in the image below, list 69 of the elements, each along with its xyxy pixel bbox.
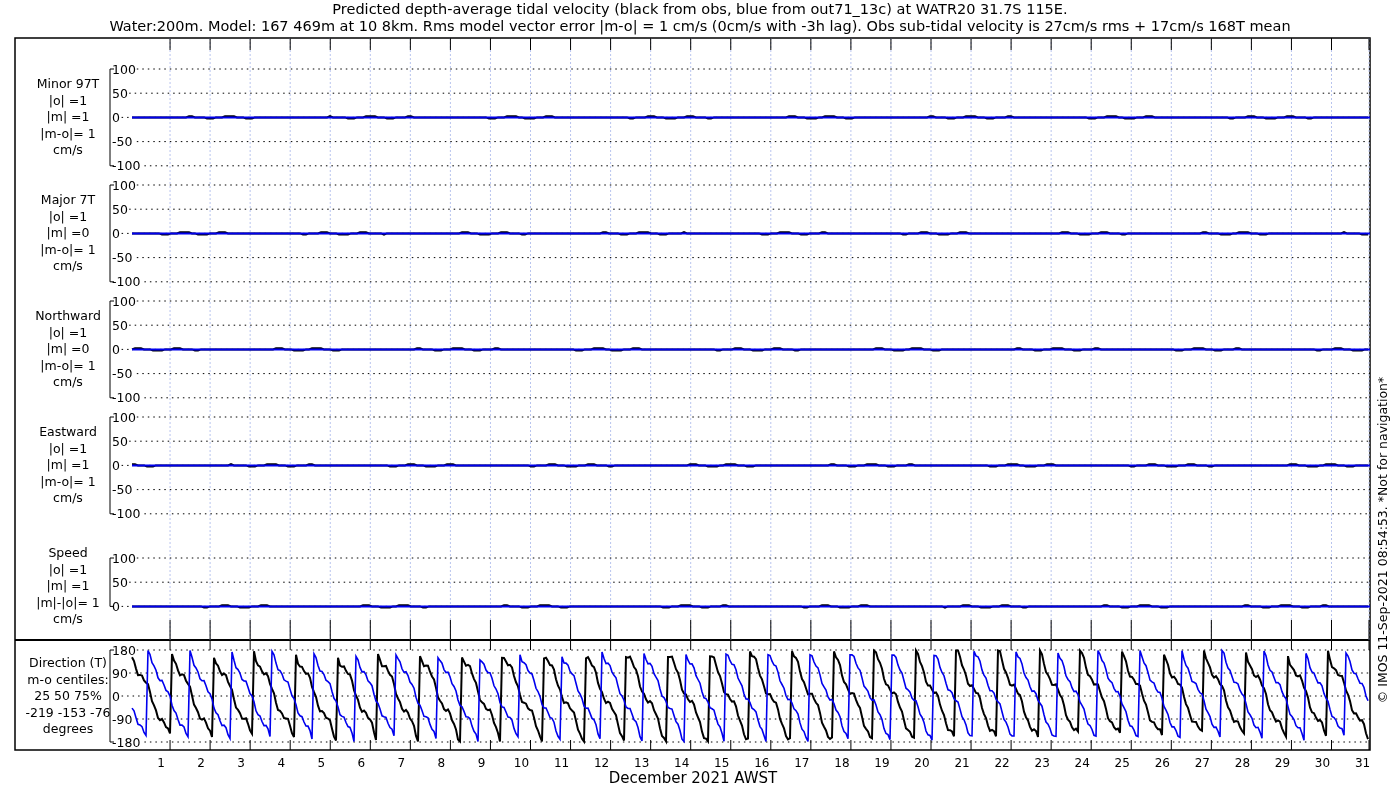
axis-tick-label: 90 (112, 665, 128, 681)
axis-tick-label: 100 (112, 177, 136, 193)
axis-tick-label: 11 (553, 756, 570, 770)
axis-tick-label: 30 (1314, 756, 1331, 770)
axis-tick-label: 23 (1034, 756, 1050, 770)
axis-tick-label: 50 (112, 433, 128, 449)
panel-label: Direction (T) m-o centiles: 25 50 75% -219 -153 -76 degrees (25, 655, 111, 736)
axis-tick-label: -50 (112, 134, 133, 150)
axis-tick-label: 20 (914, 756, 930, 770)
axis-tick-label: 1 (157, 756, 165, 770)
axis-tick-label: 50 (112, 317, 128, 333)
axis-tick-label: 9 (477, 756, 486, 770)
copyright-note: © IMOS 11-Sep-2021 08:54:53. *Not for navigation* (1375, 376, 1390, 704)
chart-title: Predicted depth-average tidal velocity (black from obs, blue from out71_13c) at WATR20 31.7S 115E. (332, 1, 1068, 17)
axis-tick-label: 17 (794, 756, 810, 770)
axis-tick-label: 13 (634, 756, 650, 770)
axis-tick-label: 0 (112, 109, 120, 125)
panel-label: Northward |o| =1 |m| =0 |m-o|= 1 cm/s (35, 308, 101, 390)
axis-tick-label: 26 (1154, 756, 1170, 770)
axis-tick-label: 18 (834, 756, 850, 770)
axis-tick-label: 15 (714, 756, 730, 770)
axis-tick-label: 8 (437, 756, 446, 770)
axis-tick-label: 10 (513, 756, 530, 770)
axis-tick-label: 100 (112, 293, 136, 309)
axis-tick-label: 4 (277, 756, 285, 770)
axis-tick-label: -180 (112, 734, 141, 750)
axis-tick-label: 12 (593, 756, 610, 770)
axis-tick-label: 0 (112, 225, 120, 241)
axis-tick-label: 6 (357, 756, 366, 770)
axis-tick-label: 0 (112, 341, 120, 357)
axis-tick-label: 31 (1354, 756, 1371, 770)
axis-tick-label: 28 (1234, 756, 1251, 770)
axis-tick-label: 21 (954, 756, 970, 770)
axis-tick-label: 180 (112, 642, 136, 658)
axis-tick-label: -100 (112, 158, 141, 174)
axis-tick-label: 0 (112, 688, 120, 704)
axis-tick-label: 25 (1114, 756, 1130, 770)
axis-tick-label: 100 (112, 409, 136, 425)
axis-tick-label: -50 (112, 366, 133, 382)
axis-tick-label: -100 (112, 506, 141, 522)
axis-tick-label: -50 (112, 250, 133, 266)
axis-tick-label: -100 (112, 274, 141, 290)
axis-tick-label: -50 (112, 482, 133, 498)
axis-tick-label: 14 (674, 756, 690, 770)
axis-tick-label: 24 (1074, 756, 1090, 770)
axis-tick-label: 0 (112, 457, 120, 473)
axis-tick-label: 19 (874, 756, 890, 770)
axis-title: December 2021 AWST (608, 769, 778, 787)
panel-label: Speed |o| =1 |m| =1 |m|-|o|= 1 cm/s (36, 545, 100, 626)
axis-tick-label: 22 (994, 756, 1010, 770)
axis-tick-label: -90 (112, 711, 133, 727)
axis-tick-label: 7 (397, 756, 406, 770)
axis-tick-label: 5 (317, 756, 326, 770)
axis-tick-label: 27 (1194, 756, 1210, 770)
axis-tick-label: 3 (237, 756, 245, 770)
axis-tick-label: 0 (112, 598, 120, 614)
axis-tick-label: 50 (112, 201, 128, 217)
panel-label: Minor 97T |o| =1 |m| =1 |m-o|= 1 cm/s (36, 76, 100, 158)
axis-tick-label: 16 (754, 756, 770, 770)
axis-tick-label: -100 (112, 390, 141, 406)
chart-title: Water:200m. Model: 167 469m at 10 8km. Rms model vector error |m-o| = 1 cm/s (0cm/s with -3h lag). Obs sub-tidal velocity is 27cm/s rms + 17cm/s 168T mean (109, 18, 1291, 34)
axis-tick-label: 100 (112, 61, 136, 77)
axis-tick-label: 50 (112, 85, 128, 101)
axis-tick-label: 100 (112, 550, 136, 566)
panel-label: Major 7T |o| =1 |m| =0 |m-o|= 1 cm/s (40, 192, 96, 274)
axis-tick-label: 2 (197, 756, 205, 770)
axis-tick-label: 50 (112, 574, 128, 590)
panel-label: Eastward |o| =1 |m| =1 |m-o|= 1 cm/s (39, 424, 97, 506)
axis-tick-label: 29 (1274, 756, 1291, 770)
